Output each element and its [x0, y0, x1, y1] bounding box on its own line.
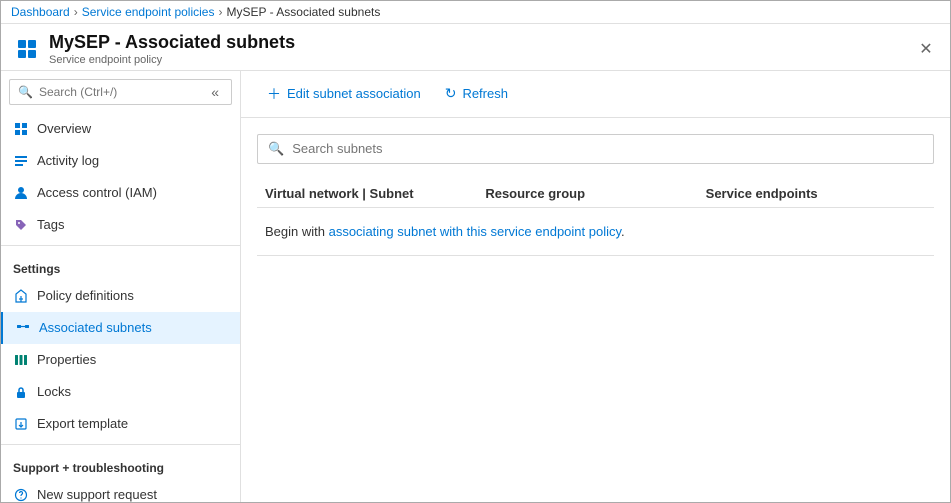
sidebar: 🔍 « Overview Activity log: [1, 71, 241, 502]
page-title: MySEP - Associated subnets: [49, 32, 295, 54]
refresh-label: Refresh: [462, 86, 508, 101]
col-header-se: Service endpoints: [706, 186, 926, 201]
properties-icon: [13, 352, 29, 368]
refresh-icon: ↻: [445, 85, 457, 102]
sidebar-item-new-support[interactable]: New support request: [1, 479, 240, 502]
sidebar-item-activity-log[interactable]: Activity log: [1, 145, 240, 177]
search-box[interactable]: 🔍 «: [9, 79, 232, 105]
content-area: ＋ Edit subnet association ↻ Refresh 🔍 Vi…: [241, 71, 950, 502]
divider-2: [1, 444, 240, 445]
breadcrumb-sep-2: ›: [218, 5, 222, 19]
overview-icon: [13, 121, 29, 137]
main-content: 🔍 « Overview Activity log: [1, 71, 950, 502]
search-subnets-input[interactable]: [292, 141, 923, 156]
sidebar-item-access-control[interactable]: Access control (IAM): [1, 177, 240, 209]
table-header: Virtual network | Subnet Resource group …: [257, 180, 934, 208]
refresh-button[interactable]: ↻ Refresh: [435, 80, 518, 107]
title-bar: MySEP - Associated subnets Service endpo…: [1, 24, 950, 71]
settings-section-header: Settings: [1, 250, 240, 280]
col-header-vnet: Virtual network | Subnet: [265, 186, 485, 201]
tags-icon: [13, 217, 29, 233]
title-text: MySEP - Associated subnets Service endpo…: [49, 32, 295, 66]
close-button[interactable]: ✕: [914, 37, 938, 61]
support-section-header: Support + troubleshooting: [1, 449, 240, 479]
sidebar-item-overview[interactable]: Overview: [1, 113, 240, 145]
breadcrumb-sep-1: ›: [74, 5, 78, 19]
main-window: Dashboard › Service endpoint policies › …: [0, 0, 951, 503]
search-subnets-box[interactable]: 🔍: [257, 134, 934, 164]
empty-state: Begin with associating subnet with this …: [257, 208, 934, 256]
edit-icon: ＋: [267, 84, 281, 104]
empty-suffix: .: [621, 224, 625, 239]
sidebar-label-access-control: Access control (IAM): [37, 185, 157, 200]
sidebar-label-properties: Properties: [37, 352, 96, 367]
policy-definitions-icon: [13, 288, 29, 304]
support-request-icon: [13, 487, 29, 502]
sidebar-label-tags: Tags: [37, 217, 64, 232]
empty-link[interactable]: associating subnet with this service end…: [329, 224, 621, 239]
sidebar-item-tags[interactable]: Tags: [1, 209, 240, 241]
access-control-icon: [13, 185, 29, 201]
locks-icon: [13, 384, 29, 400]
title-left: MySEP - Associated subnets Service endpo…: [13, 32, 295, 66]
toolbar: ＋ Edit subnet association ↻ Refresh: [241, 71, 950, 118]
col-header-rg: Resource group: [485, 186, 705, 201]
divider-1: [1, 245, 240, 246]
collapse-button[interactable]: «: [207, 84, 223, 100]
page-subtitle: Service endpoint policy: [49, 54, 295, 66]
sidebar-label-locks: Locks: [37, 384, 71, 399]
sidebar-item-locks[interactable]: Locks: [1, 376, 240, 408]
sidebar-label-overview: Overview: [37, 121, 91, 136]
breadcrumb: Dashboard › Service endpoint policies › …: [1, 1, 950, 24]
search-subnets-icon: 🔍: [268, 141, 284, 157]
content-body: 🔍 Virtual network | Subnet Resource grou…: [241, 118, 950, 502]
sidebar-item-export-template[interactable]: Export template: [1, 408, 240, 440]
resource-icon: [13, 35, 41, 63]
associated-subnets-icon: [15, 320, 31, 336]
sidebar-item-associated-subnets[interactable]: Associated subnets: [1, 312, 240, 344]
empty-prefix: Begin with: [265, 224, 329, 239]
search-icon: 🔍: [18, 85, 33, 99]
sidebar-label-activity-log: Activity log: [37, 153, 99, 168]
sidebar-label-associated-subnets: Associated subnets: [39, 320, 152, 335]
edit-subnet-label: Edit subnet association: [287, 86, 421, 101]
edit-subnet-button[interactable]: ＋ Edit subnet association: [257, 79, 431, 109]
breadcrumb-dashboard[interactable]: Dashboard: [11, 5, 70, 19]
export-template-icon: [13, 416, 29, 432]
sidebar-item-properties[interactable]: Properties: [1, 344, 240, 376]
breadcrumb-current: MySEP - Associated subnets: [226, 5, 380, 19]
activity-log-icon: [13, 153, 29, 169]
sidebar-label-policy-definitions: Policy definitions: [37, 288, 134, 303]
search-input[interactable]: [39, 85, 201, 99]
sidebar-label-new-support: New support request: [37, 487, 157, 502]
sidebar-label-export-template: Export template: [37, 416, 128, 431]
sidebar-item-policy-definitions[interactable]: Policy definitions: [1, 280, 240, 312]
breadcrumb-sep-policies[interactable]: Service endpoint policies: [82, 5, 215, 19]
